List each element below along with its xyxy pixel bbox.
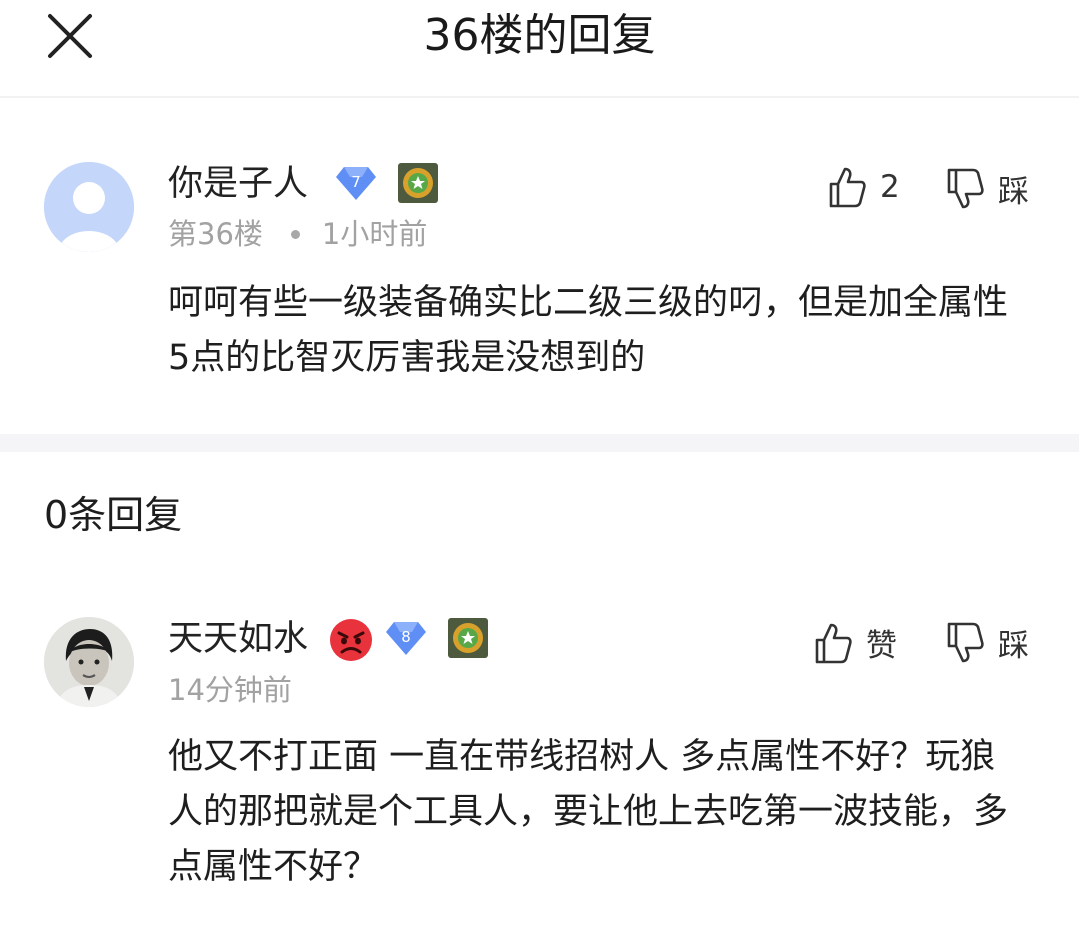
- level-badge: 8: [384, 619, 428, 661]
- default-avatar-icon: [44, 162, 134, 252]
- floor-label: 第36楼: [168, 217, 263, 251]
- post-username[interactable]: 你是子人: [168, 162, 308, 206]
- reply-username[interactable]: 天天如水: [168, 617, 308, 661]
- like-label: 赞: [866, 628, 897, 664]
- reply-content: 他又不打正面 一直在带线招树人 多点属性不好？玩狼人的那把就是个工具人，要让他上…: [168, 737, 1009, 887]
- section-divider: [0, 434, 1079, 452]
- level-badge: 7: [334, 164, 378, 206]
- post-meta: 第36楼 1小时前: [168, 214, 427, 254]
- user-photo: [44, 617, 134, 707]
- page-title: 36楼的回复: [423, 10, 656, 61]
- avatar[interactable]: [44, 162, 134, 252]
- reply-time: 14分钟前: [168, 673, 292, 707]
- like-button[interactable]: 2: [828, 166, 900, 208]
- level-number: 7: [351, 173, 361, 191]
- thumbs-down-icon: [947, 168, 984, 208]
- thumbs-up-icon: [829, 167, 866, 208]
- thumbs-down-icon: [947, 622, 984, 662]
- post-content: 呵呵有些一级装备确实比二级三级的叼，但是加全属性5点的比智灭厉害我是没想到的: [168, 283, 1009, 378]
- like-button[interactable]: 赞: [814, 620, 897, 665]
- thumbs-up-icon: [815, 623, 852, 663]
- post-time: 1小时前: [321, 217, 428, 251]
- dislike-label: 踩: [998, 628, 1029, 664]
- dislike-label: 踩: [998, 174, 1029, 210]
- reply-meta: 14分钟前: [168, 670, 292, 710]
- angry-face-icon: [328, 617, 374, 667]
- medal-icon: [397, 162, 439, 208]
- reply-count: 0条回复: [44, 493, 183, 537]
- like-count: 2: [880, 169, 900, 205]
- dislike-button[interactable]: 踩: [946, 166, 1029, 211]
- level-number: 8: [401, 628, 411, 646]
- avatar[interactable]: [44, 617, 134, 707]
- header-bar: 36楼的回复: [0, 0, 1079, 98]
- medal-icon: [447, 617, 489, 663]
- separator-dot: [290, 229, 300, 239]
- dislike-button[interactable]: 踩: [946, 620, 1029, 665]
